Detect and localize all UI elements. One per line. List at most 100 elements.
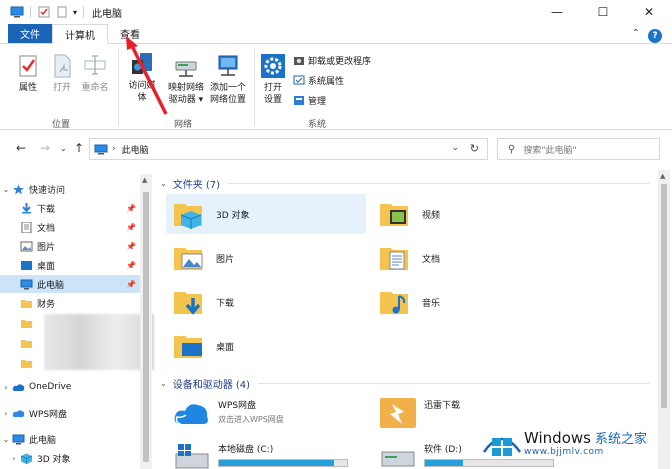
manage-label: 管理 <box>308 97 327 107</box>
search-box[interactable]: ⚲ 搜索"此电脑" <box>497 138 660 160</box>
section-devices-title: 设备和驱动器 (4) <box>172 380 251 391</box>
folder-3d-objects[interactable]: 3D 对象 <box>166 194 366 234</box>
scroll-up-icon[interactable]: ▲ <box>142 176 147 184</box>
open-settings-label-1: 打开 <box>263 83 282 93</box>
nav-this-pc[interactable]: ⌄ 此电脑 <box>0 430 140 448</box>
nav-downloads[interactable]: 下载 📌 <box>0 199 140 217</box>
open-settings-button[interactable]: 打开 设置 <box>258 52 288 106</box>
nav-onedrive[interactable]: › OneDrive <box>0 378 140 396</box>
properties-label: 属性 <box>18 83 37 93</box>
search-icon: ⚲ <box>508 143 516 155</box>
open-button[interactable]: 打开 <box>48 52 76 94</box>
open-icon <box>54 54 71 78</box>
maximize-button[interactable]: ☐ <box>580 0 626 24</box>
media-icon <box>132 53 152 74</box>
rename-button[interactable]: 重命名 <box>78 52 112 94</box>
nav-scrollbar[interactable]: ▲ <box>140 174 152 469</box>
pc-icon[interactable] <box>10 6 24 18</box>
toolbar-separator <box>30 6 31 18</box>
folder-desktop[interactable]: 桌面 <box>166 326 366 366</box>
scroll-up-icon[interactable]: ▲ <box>660 172 665 180</box>
pin-icon[interactable]: 📌 <box>126 223 136 232</box>
map-drive-label-1: 映射网络 <box>167 83 204 93</box>
nav-pictures[interactable]: 图片 📌 <box>0 237 140 255</box>
address-dropdown-icon[interactable]: ⌄ <box>451 143 459 153</box>
drive-d-usage-fill <box>425 460 464 466</box>
expand-chevron-icon[interactable]: › <box>0 383 12 392</box>
thunder-icon <box>380 398 416 428</box>
properties-button[interactable]: 属性 <box>14 52 42 94</box>
drive-wps-name: WPS网盘 <box>218 401 257 411</box>
back-arrow-icon[interactable]: ← <box>16 141 26 155</box>
manage-button[interactable]: 管理 <box>293 94 326 107</box>
new-folder-icon[interactable] <box>55 6 69 18</box>
properties-check-icon[interactable] <box>37 6 51 18</box>
pin-icon[interactable]: 📌 <box>126 280 136 289</box>
minimize-button[interactable]: — <box>534 0 580 24</box>
pin-icon[interactable]: 📌 <box>126 261 136 270</box>
breadcrumb-this-pc[interactable]: 此电脑 <box>122 143 149 156</box>
folder-icon <box>21 299 32 308</box>
collapse-chevron-icon[interactable]: ⌄ <box>160 179 167 188</box>
nav-documents[interactable]: 文档 📌 <box>0 218 140 236</box>
expand-chevron-icon[interactable]: › <box>8 454 20 463</box>
star-icon <box>13 184 24 194</box>
pin-icon[interactable]: 📌 <box>126 204 136 213</box>
folder-pictures[interactable]: 图片 <box>166 238 366 278</box>
close-button[interactable]: ✕ <box>626 0 672 24</box>
nav-scroll-thumb[interactable] <box>143 192 149 462</box>
collapse-chevron-icon[interactable]: ⌄ <box>0 185 12 194</box>
add-network-location-button[interactable]: 添加一个 网络位置 <box>206 52 250 106</box>
folder-videos[interactable]: 视频 <box>372 194 572 234</box>
nav-wps-cloud[interactable]: › WPS网盘 <box>0 404 140 422</box>
content-scroll-thumb[interactable] <box>661 184 667 408</box>
3d-objects-icon <box>20 453 33 464</box>
section-folders-header[interactable]: ⌄ 文件夹 (7) <box>160 176 650 191</box>
nav-quick-access[interactable]: ⌄ 快速访问 <box>0 180 140 198</box>
forward-arrow-icon[interactable]: → <box>40 141 50 155</box>
collapse-ribbon-icon[interactable]: ⌃ <box>632 28 640 39</box>
folder-music[interactable]: 音乐 <box>372 282 572 322</box>
section-folders-title: 文件夹 (7) <box>172 180 221 191</box>
wps-cloud-icon <box>174 404 208 425</box>
customize-dropdown-icon[interactable]: ▾ <box>73 8 77 17</box>
ribbon-tabs: 文件 计算机 查看 <box>0 24 672 44</box>
picture-icon <box>174 248 203 270</box>
nav-3d-objects[interactable]: › 3D 对象 <box>0 449 140 467</box>
help-icon[interactable]: ? <box>648 29 662 43</box>
address-bar[interactable]: › 此电脑 ⌄ ↻ <box>89 138 488 160</box>
tab-view[interactable]: 查看 <box>108 24 152 43</box>
system-properties-icon <box>293 75 305 84</box>
section-devices-header[interactable]: ⌄ 设备和驱动器 (4) <box>160 376 650 391</box>
3d-objects-icon <box>174 204 202 229</box>
map-drive-label-2: 驱动器 ▾ <box>168 95 204 105</box>
collapse-chevron-icon[interactable]: ⌄ <box>0 435 12 444</box>
collapse-chevron-icon[interactable]: ⌄ <box>160 379 167 388</box>
nav-this-pc-pinned[interactable]: 此电脑 📌 <box>0 275 140 293</box>
pin-icon[interactable]: 📌 <box>126 242 136 251</box>
system-properties-button[interactable]: 系统属性 <box>293 74 344 87</box>
tab-computer[interactable]: 计算机 <box>52 24 108 44</box>
group-system-label: 系统 <box>308 120 327 130</box>
refresh-icon[interactable]: ↻ <box>470 142 479 155</box>
access-media-button[interactable]: 访问媒 体 <box>121 50 163 104</box>
breadcrumb-chevron-icon[interactable]: › <box>112 144 116 154</box>
drive-local-c[interactable]: 本地磁盘 (C:) <box>166 438 366 469</box>
search-placeholder: 搜索"此电脑" <box>523 145 577 156</box>
nav-finance[interactable]: 财务 <box>0 294 140 312</box>
map-network-drive-button[interactable]: 映射网络 驱动器 ▾ <box>164 52 208 106</box>
folder-documents[interactable]: 文档 <box>372 238 572 278</box>
expand-chevron-icon[interactable]: › <box>0 409 12 418</box>
drive-thunder-name: 迅雷下载 <box>424 401 461 411</box>
folder-downloads[interactable]: 下载 <box>166 282 366 322</box>
tab-file[interactable]: 文件 <box>8 24 52 43</box>
drive-wps-cloud[interactable]: WPS网盘 双击进入WPS网盘 <box>166 394 366 434</box>
window-title: 此电脑 <box>92 8 123 20</box>
uninstall-button[interactable]: 卸载或更改程序 <box>293 54 371 67</box>
title-bar: ▾ 此电脑 — ☐ ✕ <box>0 0 672 24</box>
nav-desktop[interactable]: 桌面 📌 <box>0 256 140 274</box>
rename-label: 重命名 <box>81 83 109 93</box>
up-arrow-icon[interactable]: ↑ <box>74 141 84 155</box>
pc-icon <box>12 434 25 444</box>
recent-dropdown-icon[interactable]: ⌄ <box>60 144 67 153</box>
